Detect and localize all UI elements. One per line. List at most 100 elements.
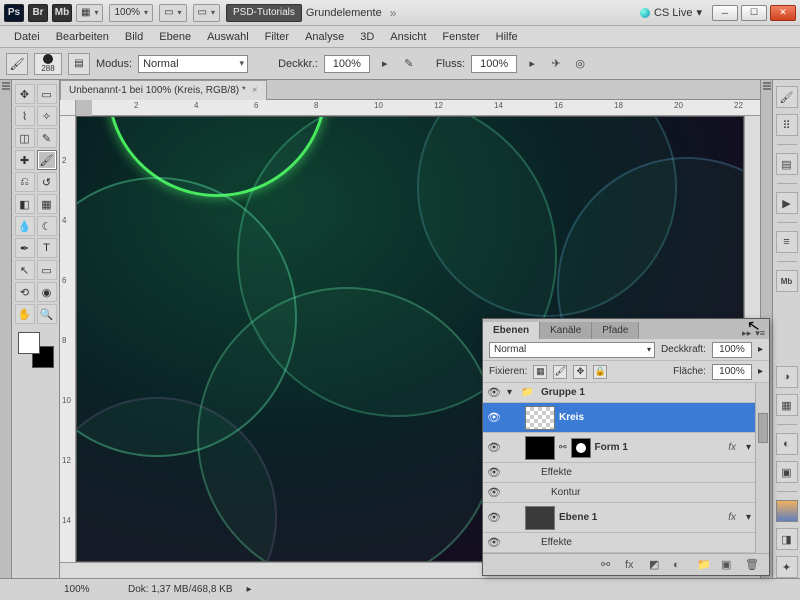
airbrush-icon[interactable]: ✈ (547, 55, 565, 73)
window-maximize-button[interactable]: ☐ (741, 5, 767, 21)
color-swatches[interactable] (18, 332, 54, 368)
opacity-arrow-icon[interactable]: ▸ (758, 344, 763, 355)
menu-hilfe[interactable]: Hilfe (488, 29, 526, 45)
workspace-grundelemente[interactable]: Grundelemente (306, 7, 382, 19)
app-icon-miniBridge[interactable]: Mb (52, 4, 72, 22)
fx-indicator[interactable]: fx (728, 442, 736, 453)
visibility-icon[interactable]: 👁 (487, 466, 503, 479)
app-icon-bridge[interactable]: Br (28, 4, 48, 22)
layer-effects-row[interactable]: 👁 Effekte (483, 463, 755, 483)
visibility-icon[interactable]: 👁 (487, 386, 503, 399)
lock-all-icon[interactable]: 🔒 (593, 365, 607, 379)
layers-panel[interactable]: Ebenen Kanäle Pfade ▸▸ ▾≡ Normal Deckkra… (482, 318, 770, 576)
tablet-size-icon[interactable]: ◎ (571, 55, 589, 73)
menu-ansicht[interactable]: Ansicht (382, 29, 434, 45)
fx-indicator[interactable]: fx (728, 512, 736, 523)
screenmode-dropdown[interactable]: ▭ ▾ (193, 4, 220, 22)
fx-expand-icon[interactable]: ▾ (746, 442, 751, 453)
group-icon[interactable]: 📁 (697, 558, 713, 571)
eraser-tool[interactable]: ◧ (15, 194, 35, 214)
layer-effects-row-2[interactable]: 👁 Effekte (483, 533, 755, 553)
tab-kanaele[interactable]: Kanäle (540, 322, 592, 339)
tab-ebenen[interactable]: Ebenen (483, 322, 540, 339)
ruler-vertical[interactable]: 2 4 6 8 10 12 14 (60, 116, 76, 562)
window-minimize-button[interactable]: ─ (712, 5, 738, 21)
layer-blendmode-combo[interactable]: Normal (489, 342, 655, 358)
hand-tool[interactable]: ✋ (15, 304, 35, 324)
window-close-button[interactable]: ✕ (770, 5, 796, 21)
link-layers-icon[interactable]: ⚯ (601, 558, 617, 571)
cs-live-button[interactable]: CS Live ▾ (640, 6, 702, 19)
arrange-dropdown[interactable]: ▭ ▾ (159, 4, 186, 22)
opacity-input[interactable]: 100% (324, 55, 370, 73)
workspace-more-icon[interactable]: » (390, 6, 397, 20)
layer-mask-thumb[interactable] (571, 438, 591, 458)
app-icon-ps[interactable]: Ps (4, 4, 24, 22)
status-arrow-icon[interactable]: ▸ (247, 584, 252, 595)
visibility-icon[interactable]: 👁 (487, 411, 503, 424)
tab-pfade[interactable]: Pfade (592, 322, 639, 339)
brush-tool[interactable]: 🖌 (37, 150, 57, 170)
dock-paths-icon[interactable]: ✦ (776, 556, 798, 578)
layer-thumb[interactable] (525, 406, 555, 430)
marquee-tool[interactable]: ▭ (37, 84, 57, 104)
menu-fenster[interactable]: Fenster (434, 29, 487, 45)
move-tool[interactable]: ✥ (15, 84, 35, 104)
healing-tool[interactable]: ✚ (15, 150, 35, 170)
menu-filter[interactable]: Filter (257, 29, 297, 45)
shape-tool[interactable]: ▭ (37, 260, 57, 280)
dock-mb-icon[interactable]: Mb (776, 270, 798, 292)
brush-panel-toggle[interactable]: ▤ (68, 53, 90, 75)
adjustment-layer-icon[interactable]: ◐ (673, 559, 689, 571)
type-tool[interactable]: T (37, 238, 57, 258)
gradient-tool[interactable]: ▦ (37, 194, 57, 214)
opacity-slider-icon[interactable]: ▸ (376, 55, 394, 73)
dock-layers-icon[interactable] (776, 500, 798, 522)
close-tab-icon[interactable]: × (252, 85, 258, 96)
fx-expand-icon[interactable]: ▾ (746, 512, 751, 523)
layer-kreis[interactable]: 👁 Kreis (483, 403, 755, 433)
status-zoom[interactable]: 100% (64, 584, 114, 595)
flow-input[interactable]: 100% (471, 55, 517, 73)
dock-brush-icon[interactable]: 🖌 (776, 86, 798, 108)
fill-arrow-icon[interactable]: ▸ (758, 366, 763, 377)
layers-scrollbar[interactable] (755, 383, 769, 553)
dock-color-icon[interactable]: ◑ (776, 366, 798, 388)
dock-clone-icon[interactable]: ▤ (776, 153, 798, 175)
visibility-icon[interactable]: 👁 (487, 536, 503, 549)
lock-transparency-icon[interactable]: ▦ (533, 365, 547, 379)
dock-brushpresets-icon[interactable]: ⠿ (776, 114, 798, 136)
dodge-tool[interactable]: ☾ (37, 216, 57, 236)
dock-swatches-icon[interactable]: ▦ (776, 394, 798, 416)
layer-mask-icon[interactable]: ◩ (649, 558, 665, 571)
history-brush-tool[interactable]: ↺ (37, 172, 57, 192)
menu-datei[interactable]: Datei (6, 29, 48, 45)
brush-preset-picker[interactable]: 288 (34, 53, 62, 75)
blend-mode-combo[interactable]: Normal (138, 55, 248, 73)
eyedropper-tool[interactable]: ✎ (37, 128, 57, 148)
lasso-tool[interactable]: ⌇ (15, 106, 35, 126)
menu-3d[interactable]: 3D (352, 29, 382, 45)
wand-tool[interactable]: ✧ (37, 106, 57, 126)
menu-auswahl[interactable]: Auswahl (199, 29, 257, 45)
document-tab[interactable]: Unbenannt-1 bei 100% (Kreis, RGB/8) * × (60, 80, 267, 100)
3d-camera-tool[interactable]: ◉ (37, 282, 57, 302)
stamp-tool[interactable]: ⎌ (15, 172, 35, 192)
lock-position-icon[interactable]: ✥ (573, 365, 587, 379)
flow-slider-icon[interactable]: ▸ (523, 55, 541, 73)
dock-actions-icon[interactable]: ▶ (776, 192, 798, 214)
3d-tool[interactable]: ⟲ (15, 282, 35, 302)
visibility-icon[interactable]: 👁 (487, 511, 503, 524)
menu-ebene[interactable]: Ebene (151, 29, 199, 45)
crop-tool[interactable]: ◫ (15, 128, 35, 148)
dock-history-icon[interactable]: ≡ (776, 231, 798, 253)
layer-thumb[interactable] (525, 436, 555, 460)
ruler-origin[interactable] (60, 100, 76, 116)
tablet-opacity-icon[interactable]: ✎ (400, 55, 418, 73)
new-layer-icon[interactable]: ▣ (721, 558, 737, 571)
pen-tool[interactable]: ✒ (15, 238, 35, 258)
layer-group[interactable]: 👁 ▾ 📁 Gruppe 1 (483, 383, 755, 403)
dock-channels-icon[interactable]: ◨ (776, 528, 798, 550)
layer-effect-kontur[interactable]: 👁 Kontur (483, 483, 755, 503)
zoom-tool[interactable]: 🔍 (37, 304, 57, 324)
